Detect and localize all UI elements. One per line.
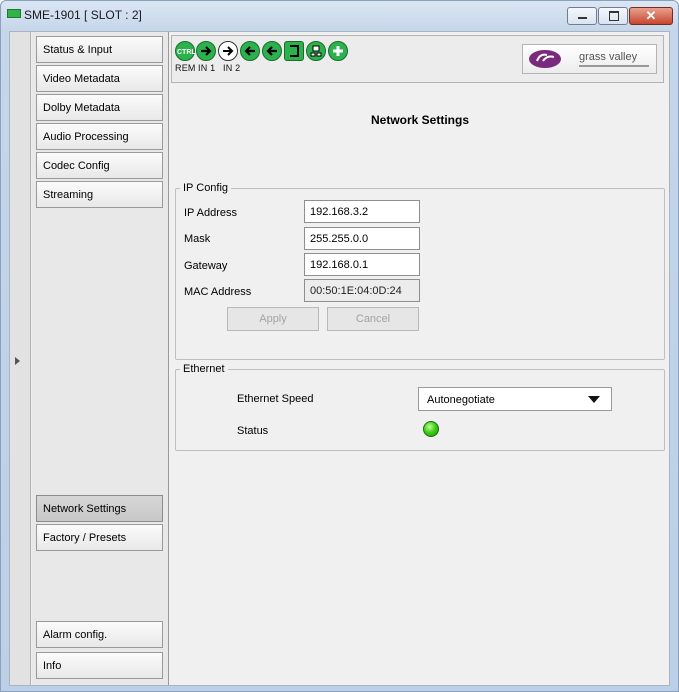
sidebar-item-factory-presets[interactable]: Factory / Presets [36,524,163,551]
status-toolbar: CTRL REM IN 1 IN 2 grass valley [171,35,664,83]
apply-button[interactable]: Apply [227,307,319,331]
network-status-icon[interactable] [306,41,326,61]
ip-config-group: IP Config IP Address 192.168.3.2 Mask 25… [175,182,665,360]
add-plus-icon[interactable] [328,41,348,61]
sidebar-item-audio-processing[interactable]: Audio Processing [36,123,163,150]
input-1-arrow-icon[interactable] [218,41,238,61]
dropdown-arrow-icon[interactable] [588,396,600,403]
sidebar-item-status-input[interactable]: Status & Input [36,36,163,63]
remote-arrow-icon[interactable] [196,41,216,61]
rem-label: REM [175,63,196,73]
ethernet-speed-value: Autonegotiate [427,394,495,406]
sidebar-nav: Status & Input Video Metadata Dolby Meta… [32,32,169,685]
sidebar-item-codec-config[interactable]: Codec Config [36,152,163,179]
ip-config-legend: IP Config [180,182,232,194]
maximize-button[interactable] [598,7,628,25]
stream-status-icon[interactable] [284,41,304,61]
close-icon: ✕ [645,8,657,23]
ip-address-label: IP Address [184,207,237,219]
minimize-button[interactable] [567,7,597,25]
expand-arrow-icon[interactable] [15,357,20,365]
ethernet-speed-label: Ethernet Speed [237,393,314,405]
sidebar-item-network-settings[interactable]: Network Settings [36,495,163,522]
sidebar-item-video-metadata[interactable]: Video Metadata [36,65,163,92]
grass-valley-logo: grass valley [522,44,657,74]
ethernet-group: Ethernet Ethernet Speed Autonegotiate St… [175,363,665,451]
ethernet-speed-select[interactable]: Autonegotiate [418,387,612,411]
mac-address-label: MAC Address [184,286,252,298]
title-bar[interactable]: SME-1901 [ SLOT : 2] ✕ [1,1,678,31]
app-window: SME-1901 [ SLOT : 2] ✕ Status & Input Vi… [0,0,679,692]
mask-label: Mask [184,233,211,245]
ip-address-field[interactable]: 192.168.3.2 [304,200,420,223]
ctrl-status-icon[interactable]: CTRL [175,41,196,61]
status-label: Status [237,425,269,437]
sidebar-item-dolby-metadata[interactable]: Dolby Metadata [36,94,163,121]
mac-address-field: 00:50:1E:04:0D:24 [304,279,420,302]
maximize-icon [609,11,619,21]
sidebar-item-streaming[interactable]: Streaming [36,181,163,208]
minimize-icon [578,17,587,19]
mask-field[interactable]: 255.255.0.0 [304,227,420,250]
main-panel: CTRL REM IN 1 IN 2 grass valley Network … [171,32,669,685]
sidebar-item-alarm-config[interactable]: Alarm config. [36,621,163,648]
input-2-arrow-icon[interactable] [240,41,260,61]
cancel-button[interactable]: Cancel [327,307,419,331]
status-led-icon [423,421,439,437]
output-arrow-icon[interactable] [262,41,282,61]
ctrl-badge: CTRL [177,49,196,56]
gateway-field[interactable]: 192.168.0.1 [304,253,420,276]
gateway-label: Gateway [184,260,228,272]
logo-underline [579,65,649,67]
in1-label: IN 1 [198,63,216,73]
window-title: SME-1901 [ SLOT : 2] [24,8,142,22]
ethernet-legend: Ethernet [180,363,228,375]
close-button[interactable]: ✕ [629,7,673,25]
logo-text: grass valley [579,51,638,63]
sidebar-collapse-strip[interactable] [10,32,31,685]
sidebar-item-info[interactable]: Info [36,652,163,679]
in2-label: IN 2 [223,63,241,73]
grass-valley-logo-icon [529,50,561,68]
page-title: Network Settings [370,113,469,127]
device-status-icon [7,9,21,18]
window-client-area: Status & Input Video Metadata Dolby Meta… [9,31,670,686]
